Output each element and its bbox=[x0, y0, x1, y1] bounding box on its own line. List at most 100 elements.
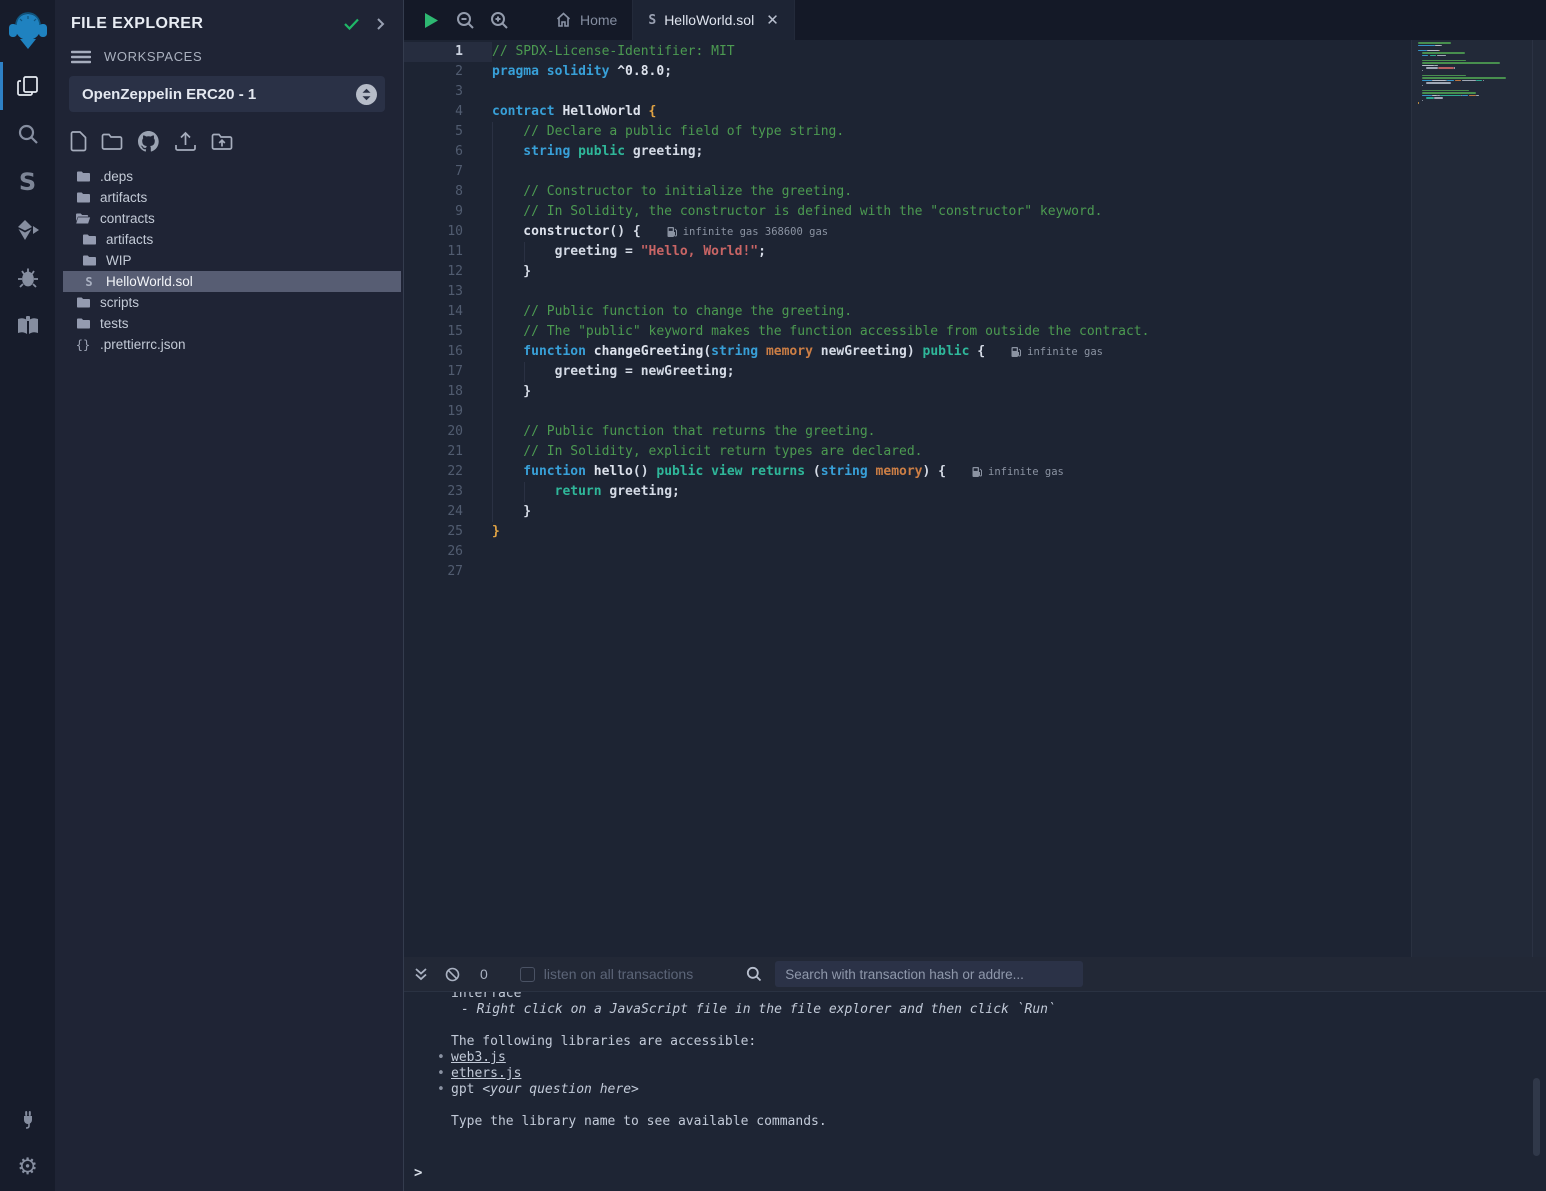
code-line-text[interactable]: // In Solidity, explicit return types ar… bbox=[492, 442, 922, 462]
listen-transactions-label[interactable]: listen on all transactions bbox=[544, 966, 693, 982]
minimap-column[interactable] bbox=[1411, 40, 1546, 957]
remix-logo[interactable] bbox=[0, 0, 55, 62]
code-line-text[interactable]: // Constructor to initialize the greetin… bbox=[492, 182, 852, 202]
workspace-select[interactable]: OpenZeppelin ERC20 - 1 bbox=[69, 76, 385, 112]
file-name: artifacts bbox=[100, 190, 147, 205]
minimap[interactable] bbox=[1418, 42, 1530, 110]
code-line-text[interactable]: // Declare a public field of type string… bbox=[492, 122, 844, 142]
zoom-in-icon[interactable] bbox=[482, 0, 516, 40]
remix-ide-window: S bbox=[0, 0, 1546, 1191]
terminal-line: - Right click on a JavaScript file in th… bbox=[451, 1002, 1546, 1018]
code-line-text[interactable]: function hello() public view returns (st… bbox=[492, 462, 1064, 482]
file-tree-item-artifacts[interactable]: artifacts bbox=[63, 187, 401, 208]
code-line-5: 5 // Declare a public field of type stri… bbox=[404, 122, 1411, 142]
code-line-text[interactable]: greeting = "Hello, World!"; bbox=[492, 242, 766, 262]
search-icon[interactable] bbox=[0, 110, 55, 158]
expand-terminal-icon[interactable] bbox=[414, 967, 428, 981]
zoom-out-icon[interactable] bbox=[448, 0, 482, 40]
run-script-icon[interactable] bbox=[414, 0, 448, 40]
terminal-toolbar: 0 listen on all transactions bbox=[404, 957, 1546, 992]
code-line-6: 6 string public greeting; bbox=[404, 142, 1411, 162]
indent-guide bbox=[492, 282, 493, 302]
file-explorer-icon[interactable] bbox=[0, 62, 55, 110]
learneth-book-icon[interactable] bbox=[0, 302, 55, 350]
line-number: 27 bbox=[404, 562, 492, 582]
terminal-line: interface bbox=[451, 992, 1546, 1002]
code-line-text[interactable]: // In Solidity, the constructor is defin… bbox=[492, 202, 1102, 222]
code-line-text[interactable]: } bbox=[492, 522, 500, 542]
workspace-select-toggle-icon[interactable] bbox=[356, 84, 377, 105]
debugger-icon[interactable] bbox=[0, 254, 55, 302]
terminal-panel: 0 listen on all transactions interface- … bbox=[404, 957, 1546, 1191]
editor-scrollbar[interactable] bbox=[1532, 40, 1533, 957]
line-number: 13 bbox=[404, 282, 492, 302]
code-line-text[interactable]: function changeGreeting(string memory ne… bbox=[492, 342, 1103, 362]
file-tree-item-helloworld-sol[interactable]: SHelloWorld.sol bbox=[63, 271, 401, 292]
folder-open-icon bbox=[75, 212, 91, 225]
github-icon[interactable] bbox=[137, 130, 160, 152]
folder-icon bbox=[75, 317, 91, 330]
file-tree-item-scripts[interactable]: scripts bbox=[63, 292, 401, 313]
code-line-1: 1// SPDX-License-Identifier: MIT bbox=[404, 42, 1411, 62]
terminal-prompt[interactable]: > bbox=[414, 1165, 422, 1181]
listen-transactions-checkbox[interactable] bbox=[520, 967, 535, 982]
line-number: 21 bbox=[404, 442, 492, 462]
terminal-link[interactable]: ethers.js bbox=[451, 1066, 521, 1081]
indent-guide bbox=[524, 362, 525, 382]
terminal-search-input[interactable] bbox=[775, 961, 1083, 987]
file-tree-item-artifacts[interactable]: artifacts bbox=[63, 229, 401, 250]
upload-folder-icon[interactable] bbox=[211, 132, 233, 151]
code-line-text[interactable]: } bbox=[492, 262, 531, 282]
file-name: tests bbox=[100, 316, 129, 331]
indent-guide bbox=[492, 302, 493, 322]
tab-helloworld-sol[interactable]: S HelloWorld.sol ✕ bbox=[632, 0, 794, 40]
code-line-25: 25} bbox=[404, 522, 1411, 542]
solidity-compiler-icon[interactable]: S bbox=[0, 158, 55, 206]
code-line-text[interactable]: // Public function to change the greetin… bbox=[492, 302, 852, 322]
line-number: 16 bbox=[404, 342, 492, 362]
active-plugin-indicator bbox=[0, 62, 3, 110]
workspaces-menu-icon[interactable] bbox=[71, 50, 91, 64]
code-lines[interactable]: 1// SPDX-License-Identifier: MIT2pragma … bbox=[404, 40, 1411, 957]
tab-home[interactable]: Home bbox=[540, 0, 632, 40]
indent-guide bbox=[492, 422, 493, 442]
file-tree-item--deps[interactable]: .deps bbox=[63, 166, 401, 187]
indent-guide bbox=[492, 382, 493, 402]
file-name: .deps bbox=[100, 169, 133, 184]
code-line-19: 19 bbox=[404, 402, 1411, 422]
file-tree-item-wip[interactable]: WIP bbox=[63, 250, 401, 271]
upload-file-icon[interactable] bbox=[174, 131, 197, 152]
check-icon[interactable] bbox=[343, 17, 360, 31]
code-line-text[interactable]: // The "public" keyword makes the functi… bbox=[492, 322, 1149, 342]
deploy-and-run-icon[interactable] bbox=[0, 206, 55, 254]
code-line-text[interactable]: contract HelloWorld { bbox=[492, 102, 656, 122]
code-line-text[interactable]: constructor() {infinite gas 368600 gas bbox=[492, 222, 828, 242]
file-tree-item--prettierrc-json[interactable]: {}.prettierrc.json bbox=[63, 334, 401, 355]
code-line-text[interactable]: pragma solidity ^0.8.0; bbox=[492, 62, 672, 82]
line-number: 18 bbox=[404, 382, 492, 402]
terminal-line: gpt <your question here> bbox=[451, 1082, 1546, 1098]
file-tree-item-tests[interactable]: tests bbox=[63, 313, 401, 334]
terminal-link[interactable]: web3.js bbox=[451, 1050, 506, 1065]
settings-gear-icon[interactable]: ⚙ bbox=[0, 1143, 55, 1191]
chevron-right-icon[interactable] bbox=[376, 17, 385, 31]
terminal-scrollbar-thumb[interactable] bbox=[1533, 1078, 1540, 1156]
code-line-text[interactable]: // Public function that returns the gree… bbox=[492, 422, 876, 442]
code-line-text[interactable]: } bbox=[492, 382, 531, 402]
code-line-text[interactable]: // SPDX-License-Identifier: MIT bbox=[492, 42, 735, 62]
code-line-15: 15 // The "public" keyword makes the fun… bbox=[404, 322, 1411, 342]
code-line-text[interactable]: greeting = newGreeting; bbox=[492, 362, 735, 382]
clear-console-icon[interactable] bbox=[445, 967, 460, 982]
code-line-text[interactable]: string public greeting; bbox=[492, 142, 703, 162]
code-line-text[interactable]: return greeting; bbox=[492, 482, 680, 502]
file-tree-item-contracts[interactable]: contracts bbox=[63, 208, 401, 229]
home-icon bbox=[555, 12, 572, 28]
code-line-14: 14 // Public function to change the gree… bbox=[404, 302, 1411, 322]
new-folder-icon[interactable] bbox=[101, 132, 123, 151]
new-file-icon[interactable] bbox=[70, 131, 87, 152]
code-line-24: 24 } bbox=[404, 502, 1411, 522]
close-tab-icon[interactable]: ✕ bbox=[766, 13, 779, 28]
code-line-text[interactable]: } bbox=[492, 502, 531, 522]
plugin-manager-icon[interactable] bbox=[0, 1095, 55, 1143]
line-number: 15 bbox=[404, 322, 492, 342]
